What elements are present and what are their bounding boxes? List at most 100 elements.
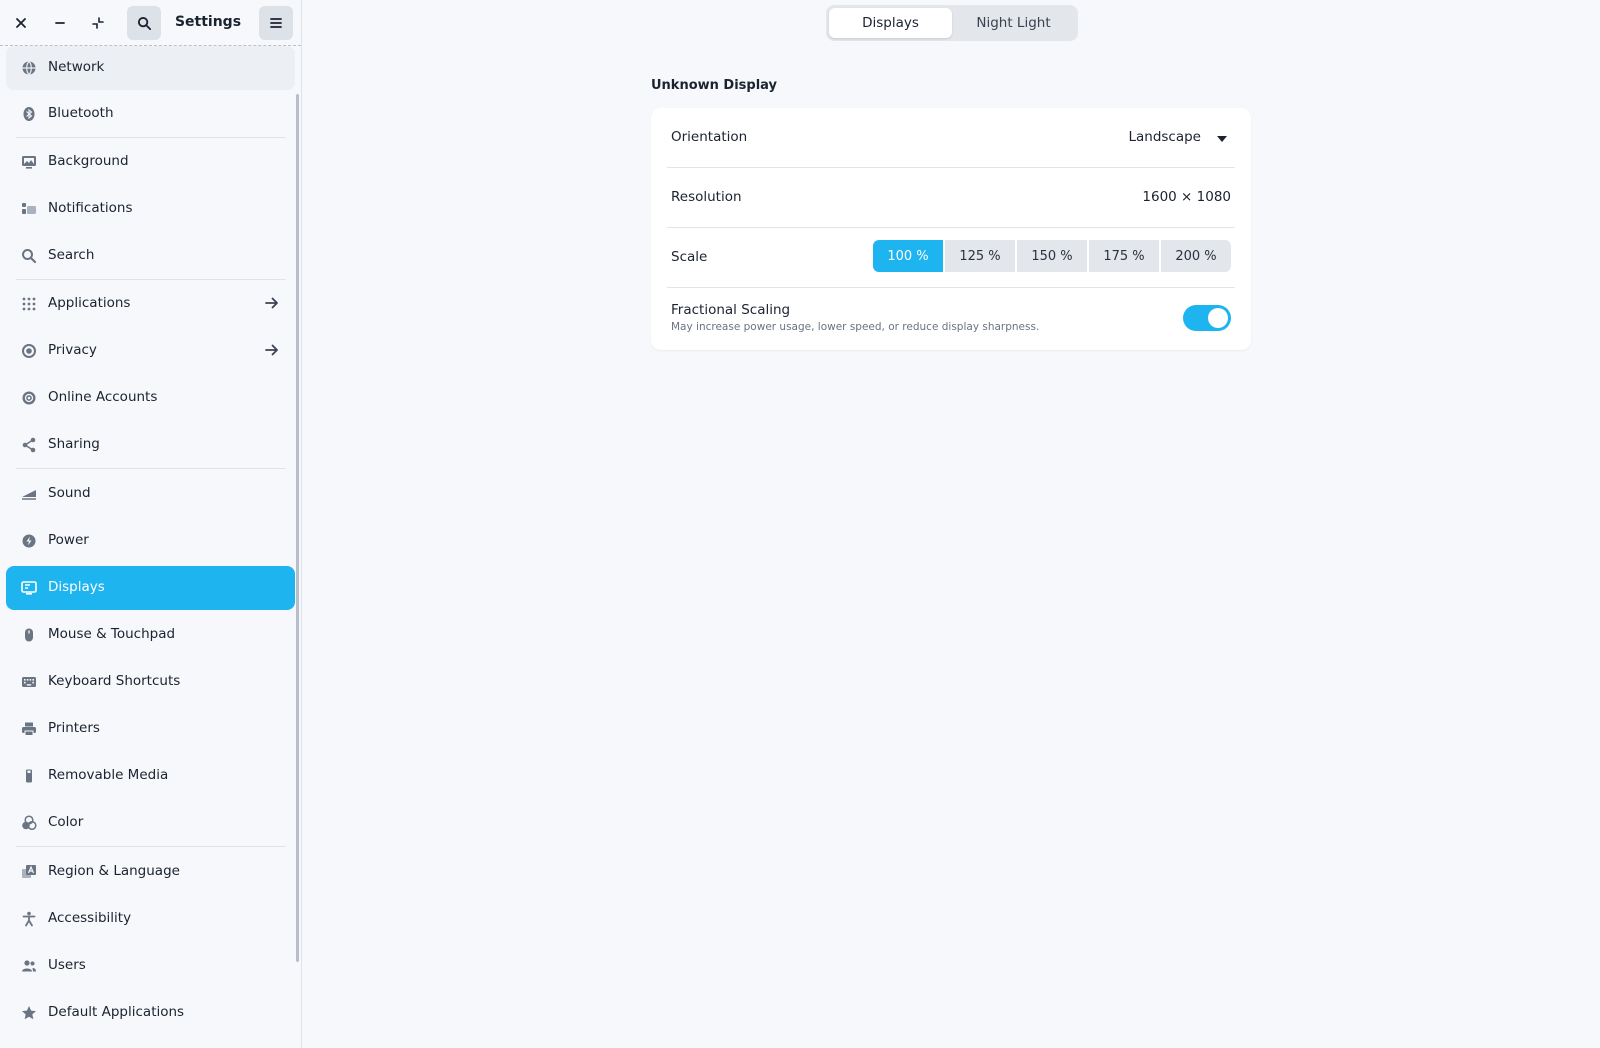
sidebar-separator — [16, 468, 286, 469]
sidebar-item-label: Applications — [48, 295, 131, 311]
arrow-right-icon — [263, 294, 281, 312]
usb-icon — [20, 767, 38, 785]
sidebar-item-background[interactable]: Background — [6, 140, 295, 184]
tab-night-light[interactable]: Night Light — [952, 8, 1075, 38]
main-menu-button[interactable] — [259, 6, 293, 40]
main-content: Displays Night Light Unknown Display Ori… — [302, 0, 1600, 1048]
sidebar-separator — [16, 846, 286, 847]
fractional-scaling-subtitle: May increase power usage, lower speed, o… — [671, 321, 1040, 333]
sidebar-item-label: Mouse & Touchpad — [48, 626, 176, 642]
fractional-scaling-row: Fractional Scaling May increase power us… — [667, 288, 1235, 347]
power-icon — [20, 532, 38, 550]
resolution-label: Resolution — [671, 189, 742, 205]
restore-icon — [92, 17, 104, 29]
tab-displays[interactable]: Displays — [829, 8, 952, 38]
sidebar-item-label: Color — [48, 814, 84, 830]
sidebar-item-label: Removable Media — [48, 767, 169, 783]
share-icon — [20, 436, 38, 454]
sidebar-item-notifications[interactable]: Notifications — [6, 187, 295, 231]
sidebar-item-label: Power — [48, 532, 89, 548]
minimize-window-button[interactable] — [43, 6, 77, 40]
orientation-row[interactable]: Orientation Landscape — [667, 108, 1235, 167]
users-icon — [20, 957, 38, 975]
sidebar-item-label: Users — [48, 957, 86, 973]
sidebar-item-privacy[interactable]: Privacy — [6, 329, 295, 373]
language-icon — [20, 863, 38, 881]
scale-200-button[interactable]: 200 % — [1161, 240, 1231, 272]
fractional-scaling-label: Fractional Scaling — [671, 302, 791, 318]
sidebar-item-color[interactable]: Color — [6, 801, 295, 845]
privacy-icon — [20, 342, 38, 360]
sidebar-item-mouse-touchpad[interactable]: Mouse & Touchpad — [6, 613, 295, 657]
close-icon — [16, 18, 26, 28]
globe-icon — [20, 59, 38, 77]
scale-button-group: 100 % 125 % 150 % 175 % 200 % — [873, 240, 1231, 272]
sidebar-headerbar: Settings — [0, 0, 301, 46]
mouse-icon — [20, 626, 38, 644]
sidebar-item-search[interactable]: Search — [6, 234, 295, 278]
sidebar-item-accessibility[interactable]: Accessibility — [6, 897, 295, 941]
printer-icon — [20, 720, 38, 738]
sidebar-item-label: Privacy — [48, 342, 97, 358]
sidebar-item-users[interactable]: Users — [6, 944, 295, 988]
sidebar-item-label: Sound — [48, 485, 91, 501]
display-settings-card: Orientation Landscape Resolution 1600 × … — [651, 108, 1251, 350]
star-icon — [20, 1004, 38, 1022]
monitor-image-icon — [20, 153, 38, 171]
sidebar-item-label: Default Applications — [48, 1004, 185, 1020]
sidebar-item-keyboard-shortcuts[interactable]: Keyboard Shortcuts — [6, 660, 295, 704]
bluetooth-icon — [20, 105, 38, 123]
sidebar-item-default-applications[interactable]: Default Applications — [6, 991, 295, 1035]
sidebar-item-label: Printers — [48, 720, 100, 736]
scale-100-button[interactable]: 100 % — [873, 240, 943, 272]
accessibility-icon — [20, 910, 38, 928]
notifications-icon — [20, 200, 38, 218]
sidebar-item-label: Search — [48, 247, 95, 263]
keyboard-icon — [20, 673, 38, 691]
display-name-heading: Unknown Display — [651, 78, 778, 93]
dropdown-caret-icon — [1217, 136, 1227, 142]
view-switcher: Displays Night Light — [826, 5, 1078, 41]
sidebar-item-applications[interactable]: Applications — [6, 282, 295, 326]
sidebar-item-label: Keyboard Shortcuts — [48, 673, 181, 689]
sidebar-item-sound[interactable]: Sound — [6, 472, 295, 516]
close-window-button[interactable] — [4, 6, 38, 40]
sidebar-nav: Network Bluetooth Background Notificatio… — [0, 46, 302, 1048]
minimize-icon — [55, 22, 65, 24]
orientation-value[interactable]: Landscape — [1128, 129, 1201, 145]
resolution-row[interactable]: Resolution 1600 × 1080 — [667, 168, 1235, 227]
sidebar-item-label: Region & Language — [48, 863, 180, 879]
display-icon — [20, 579, 38, 597]
sidebar-separator — [16, 279, 286, 280]
search-icon — [20, 247, 38, 265]
sidebar-item-label: Background — [48, 153, 129, 169]
sidebar-item-label: Bluetooth — [48, 105, 114, 121]
sidebar-item-online-accounts[interactable]: Online Accounts — [6, 376, 295, 420]
search-button[interactable] — [127, 6, 161, 40]
sidebar-item-network[interactable]: Network — [6, 46, 295, 90]
sidebar-item-printers[interactable]: Printers — [6, 707, 295, 751]
fractional-scaling-toggle[interactable] — [1183, 305, 1231, 331]
restore-window-button[interactable] — [81, 6, 115, 40]
resolution-value: 1600 × 1080 — [1142, 189, 1231, 205]
sidebar-item-bluetooth[interactable]: Bluetooth — [6, 92, 295, 136]
sidebar-item-label: Online Accounts — [48, 389, 158, 405]
sidebar-item-label: Sharing — [48, 436, 100, 452]
window-title: Settings — [174, 14, 242, 30]
scale-175-button[interactable]: 175 % — [1089, 240, 1159, 272]
sidebar-item-removable-media[interactable]: Removable Media — [6, 754, 295, 798]
sidebar-item-power[interactable]: Power — [6, 519, 295, 563]
sidebar-item-sharing[interactable]: Sharing — [6, 423, 295, 467]
sidebar-scrollbar[interactable] — [296, 94, 299, 962]
sidebar-item-region-language[interactable]: Region & Language — [6, 850, 295, 894]
sidebar-item-label: Notifications — [48, 200, 133, 216]
sidebar-item-label: Accessibility — [48, 910, 132, 926]
scale-label: Scale — [671, 249, 708, 265]
orientation-label: Orientation — [671, 129, 748, 145]
scale-125-button[interactable]: 125 % — [945, 240, 1015, 272]
search-icon — [137, 16, 151, 30]
hamburger-menu-icon — [270, 18, 282, 28]
sidebar-item-displays[interactable]: Displays — [6, 566, 295, 610]
grid-icon — [20, 295, 38, 313]
scale-150-button[interactable]: 150 % — [1017, 240, 1087, 272]
